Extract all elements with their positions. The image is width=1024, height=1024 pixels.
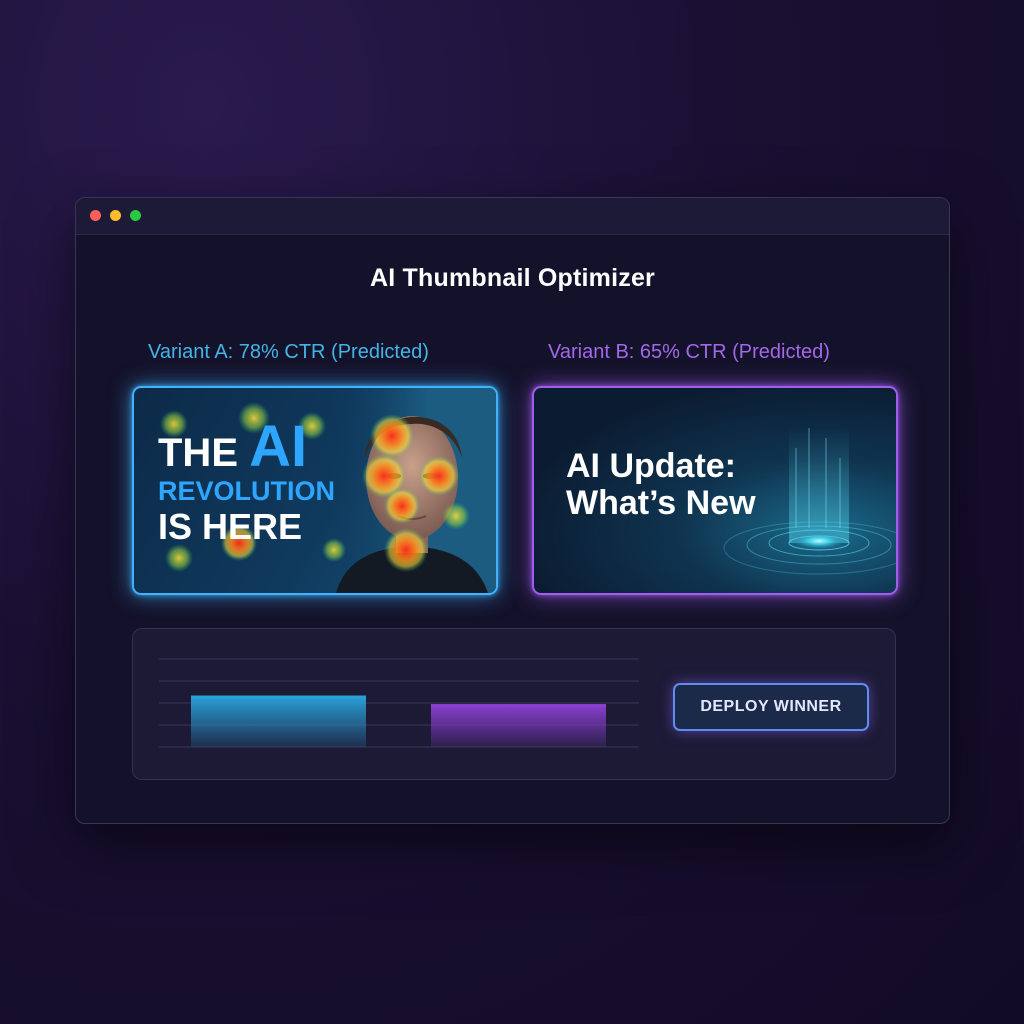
minimize-window-button[interactable] bbox=[110, 210, 121, 221]
headline-b-line1: AI Update: bbox=[566, 447, 736, 485]
variant-b-headline: AI Update: What’s New bbox=[566, 447, 756, 523]
headline-a-line3: IS HERE bbox=[158, 506, 303, 547]
headline-a-line1-prefix: THE bbox=[158, 431, 250, 475]
headline-b-line2: What’s New bbox=[566, 484, 756, 523]
variant-a-label: Variant A: 78% CTR (Predicted) bbox=[148, 341, 429, 363]
ctr-bar-chart bbox=[159, 658, 639, 748]
comparison-panel: DEPLOY WINNER bbox=[132, 628, 896, 780]
maximize-window-button[interactable] bbox=[130, 210, 141, 221]
variant-a-headline: THE AI REVOLUTION IS HERE bbox=[158, 418, 335, 545]
person-portrait-image bbox=[326, 388, 496, 593]
variant-b-thumbnail[interactable]: AI Update: What’s New bbox=[532, 386, 898, 595]
headline-a-line2: REVOLUTION bbox=[158, 476, 336, 506]
ctr-bar-variant-a bbox=[191, 695, 366, 747]
variant-b-label: Variant B: 65% CTR (Predicted) bbox=[548, 341, 830, 363]
deploy-winner-button[interactable]: DEPLOY WINNER bbox=[673, 683, 869, 731]
app-window: AI Thumbnail Optimizer Variant A: 78% CT… bbox=[75, 197, 950, 824]
ctr-bar-top-edge bbox=[431, 704, 606, 708]
close-window-button[interactable] bbox=[90, 210, 101, 221]
headline-a-ai-highlight: AI bbox=[249, 414, 308, 479]
variant-a-thumbnail[interactable]: THE AI REVOLUTION IS HERE bbox=[132, 386, 498, 595]
page-title: AI Thumbnail Optimizer bbox=[370, 264, 655, 292]
ctr-bar-variant-b bbox=[431, 704, 606, 747]
window-titlebar bbox=[76, 198, 949, 235]
ctr-bar-top-edge bbox=[191, 695, 366, 699]
